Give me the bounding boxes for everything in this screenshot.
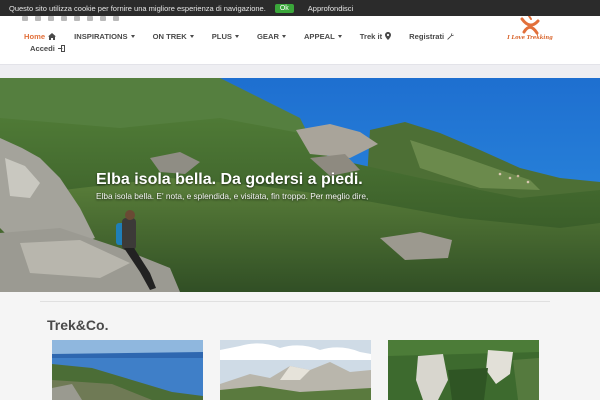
hero-banner[interactable]: Elba isola bella. Da godersi a piedi. El… — [0, 78, 600, 292]
nav-item-gear[interactable]: GEAR — [257, 30, 286, 42]
site-logo[interactable]: I Love Trekking — [504, 15, 556, 46]
sign-in-icon — [57, 45, 65, 52]
header-stripe — [0, 64, 600, 78]
nav-item-accedi[interactable]: Accedi — [30, 44, 65, 53]
nav-item-plus[interactable]: PLUS — [212, 30, 239, 42]
instagram-icon[interactable] — [87, 16, 93, 21]
site-header: Home INSPIRATIONS ON TREK PLUS GEAR APPE… — [0, 15, 600, 63]
nav-item-label: INSPIRATIONS — [74, 31, 128, 41]
cookie-more-link[interactable]: Approfondisci — [308, 4, 353, 13]
page: Questo sito utilizza cookie per fornire … — [0, 0, 600, 400]
nav-item-label: APPEAL — [303, 31, 335, 41]
cookie-message: Questo sito utilizza cookie per fornire … — [9, 3, 266, 13]
caret-down-icon — [281, 34, 286, 38]
article-card[interactable] — [388, 340, 539, 400]
nav-item-on-trek[interactable]: ON TREK — [153, 30, 194, 42]
cookie-ok-button[interactable]: Ok — [274, 3, 294, 13]
article-card-image — [388, 340, 539, 400]
nav-item-label: PLUS — [211, 31, 232, 41]
nav-item-trek-it[interactable]: Trek it — [359, 30, 392, 42]
article-card[interactable] — [220, 340, 371, 400]
nav-item-label: GEAR — [257, 31, 279, 41]
main-nav: Home INSPIRATIONS ON TREK PLUS GEAR APPE… — [24, 30, 472, 42]
cookie-bar: Questo sito utilizza cookie per fornire … — [0, 0, 600, 16]
facebook-icon[interactable] — [61, 16, 67, 21]
wrench-icon — [447, 32, 455, 40]
caret-down-icon — [130, 34, 135, 38]
linkedin-icon[interactable] — [113, 16, 119, 21]
twitter-icon[interactable] — [48, 16, 54, 21]
nav-item-label: ON TREK — [152, 31, 187, 41]
trekco-section: Trek&Co. — [0, 292, 600, 400]
section-title: Trek&Co. — [47, 317, 109, 333]
caret-down-icon — [235, 34, 239, 38]
nav-item-label: Registrati — [409, 31, 445, 41]
youtube-icon[interactable] — [100, 16, 106, 21]
article-card-image — [52, 340, 203, 400]
caret-down-icon — [337, 34, 342, 38]
google-plus-icon[interactable] — [74, 16, 80, 21]
hero-title[interactable]: Elba isola bella. Da godersi a piedi. — [96, 171, 363, 189]
social-icons — [22, 16, 119, 22]
nav-item-registrati[interactable]: Registrati — [409, 30, 455, 42]
article-card[interactable] — [52, 340, 203, 400]
logo-text: I Love Trekking — [507, 35, 553, 41]
section-divider — [40, 301, 550, 302]
nav-item-home[interactable]: Home — [24, 30, 57, 42]
hero-subtitle: Elba isola bella. E' nota, e splendida, … — [96, 191, 369, 201]
logo-mark — [520, 15, 540, 35]
nav-item-label: Trek it — [359, 31, 383, 41]
login-label: Accedi — [30, 44, 55, 53]
email-icon[interactable] — [35, 16, 41, 21]
linkedin-icon[interactable] — [22, 16, 28, 21]
caret-down-icon — [189, 34, 194, 38]
home-icon — [48, 32, 57, 40]
article-card-image — [220, 340, 371, 400]
nav-item-inspirations[interactable]: INSPIRATIONS — [74, 30, 135, 42]
nav-item-appeal[interactable]: APPEAL — [304, 30, 342, 42]
map-marker-icon — [385, 32, 392, 40]
nav-item-label: Home — [24, 31, 46, 41]
